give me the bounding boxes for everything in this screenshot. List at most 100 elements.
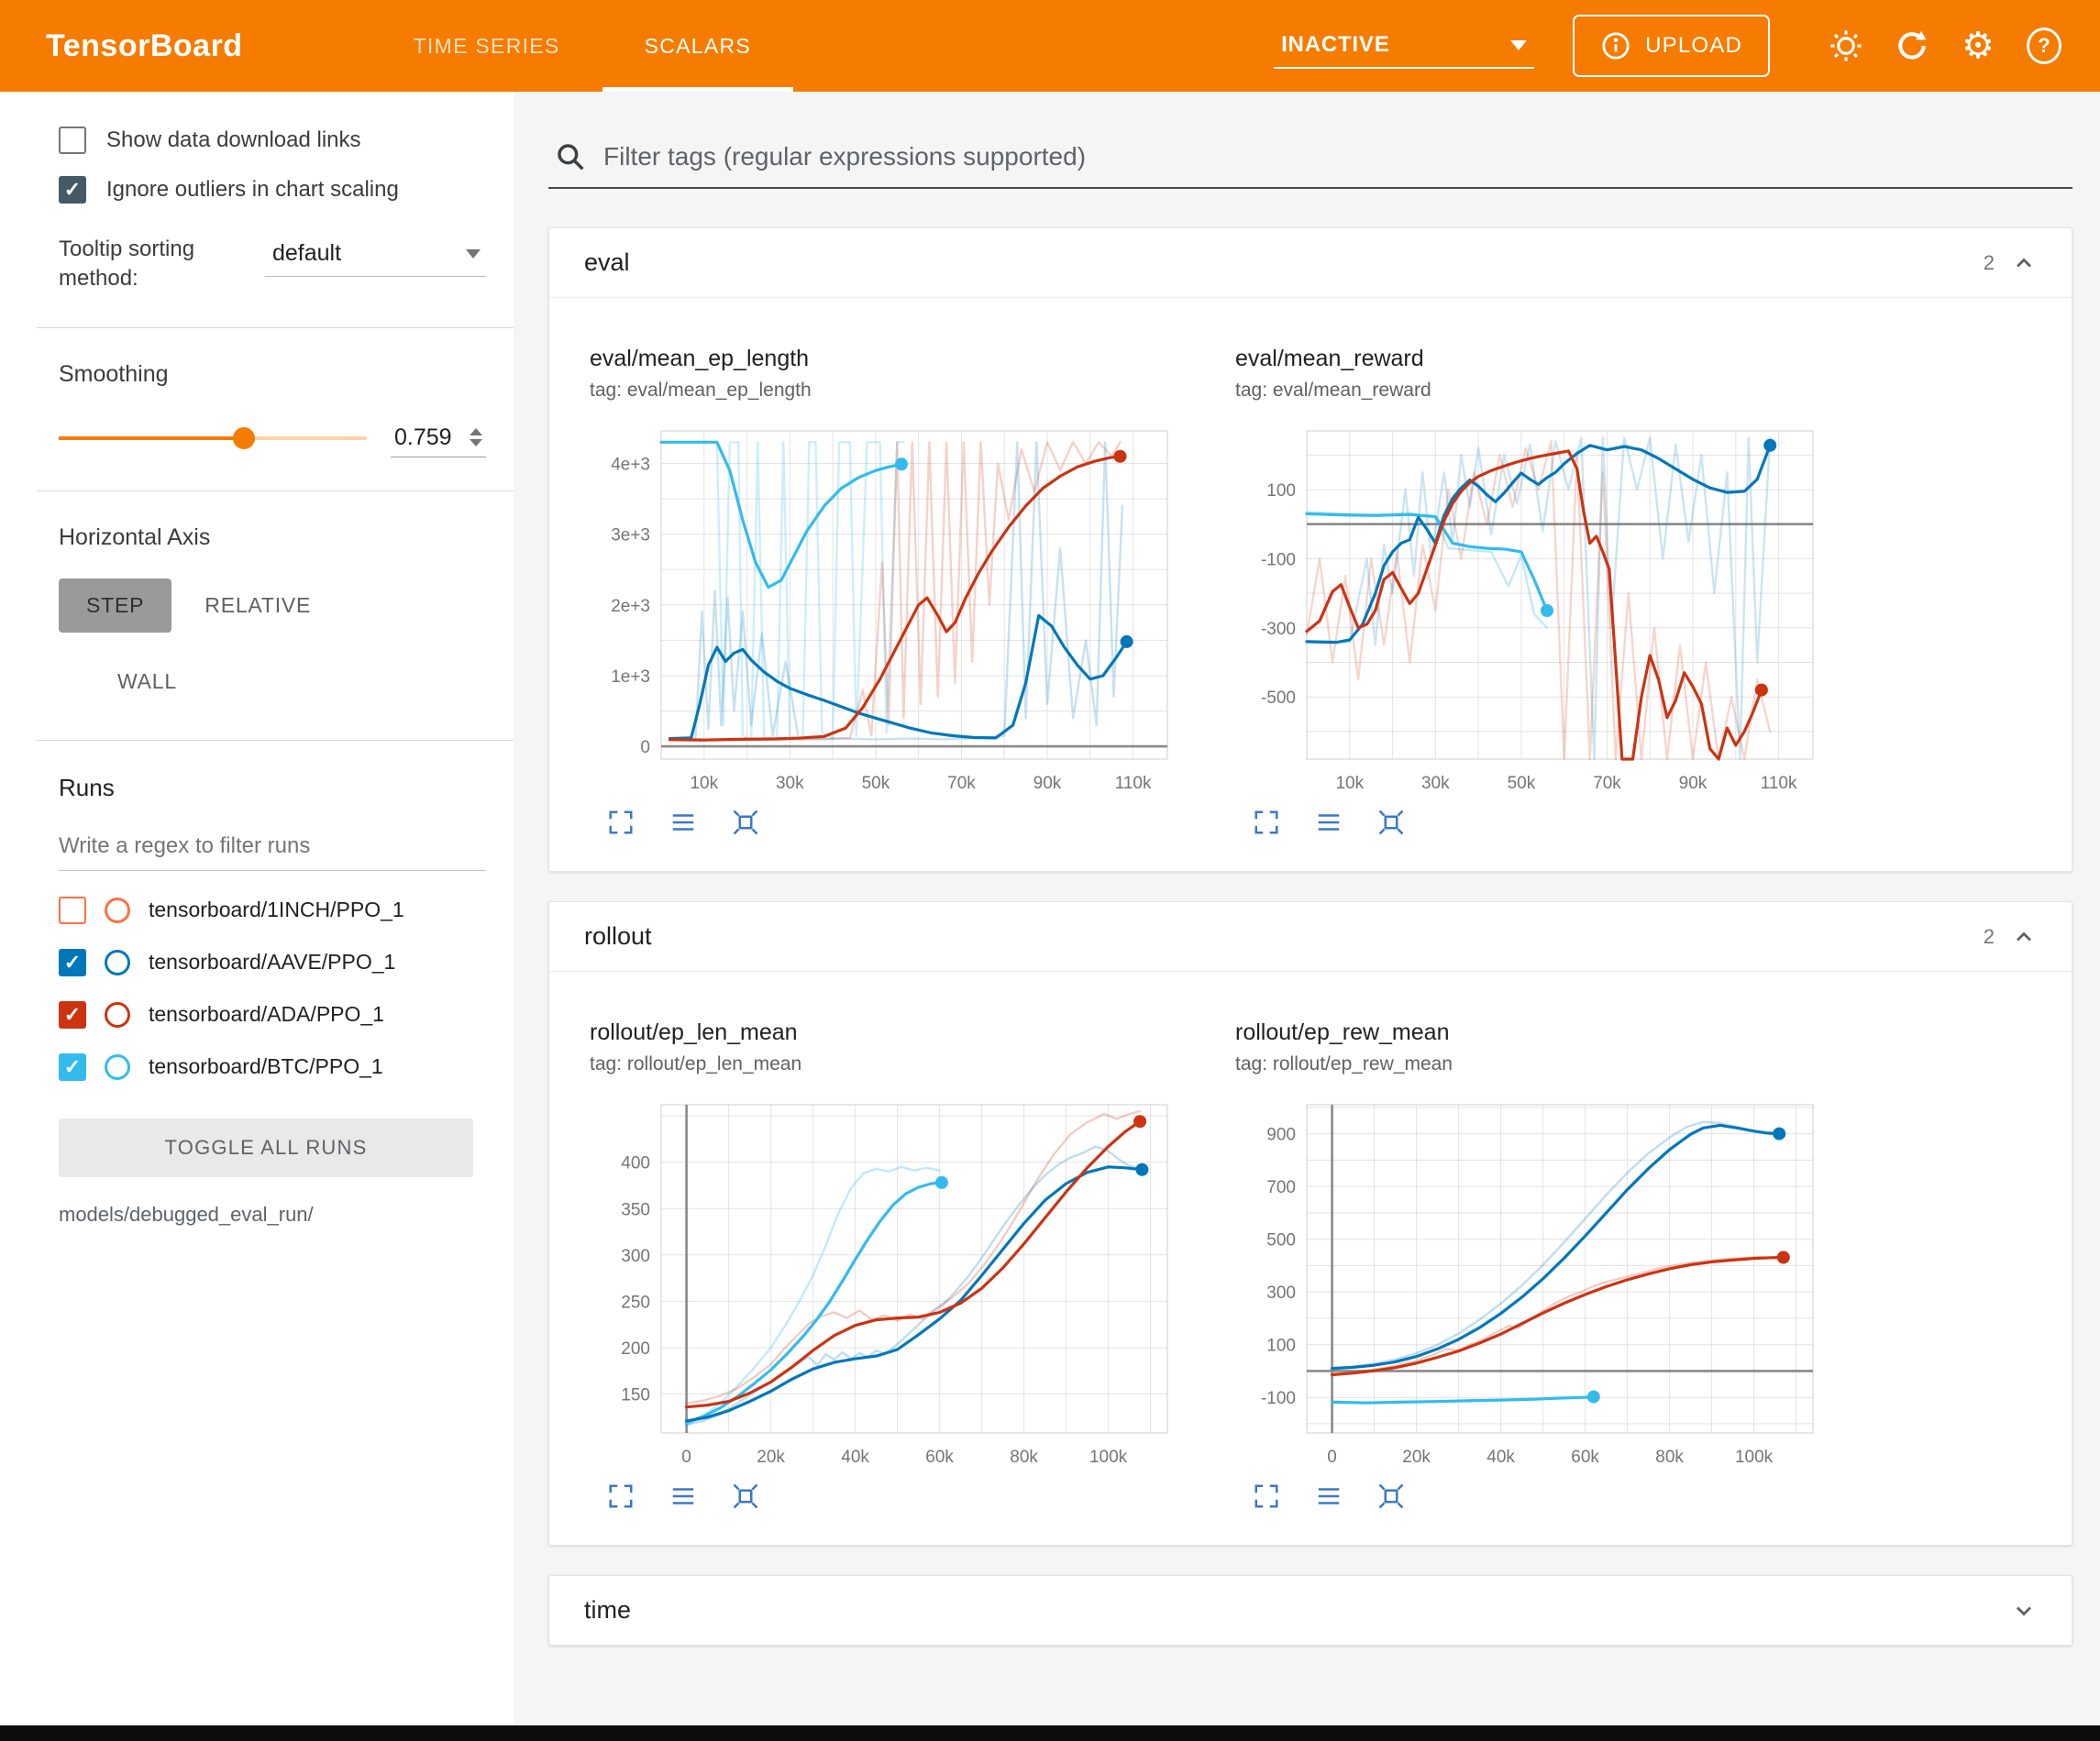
run-row-ada[interactable]: ✓ tensorboard/ADA/PPO_1 bbox=[59, 1001, 486, 1029]
app-header: TensorBoard TIME SERIES SCALARS INACTIVE… bbox=[0, 0, 2100, 92]
line-chart[interactable]: 10k30k50k70k90k110k-500-300-100100 bbox=[1235, 422, 1822, 799]
chart-toolbar bbox=[1252, 1482, 1822, 1512]
stepper-arrows[interactable] bbox=[470, 428, 482, 446]
section-card-rollout: rollout 2 rollout/ep_len_mean tag: rollo… bbox=[548, 901, 2072, 1546]
svg-text:10k: 10k bbox=[690, 774, 718, 793]
run-color-dot bbox=[105, 1054, 130, 1080]
tooltip-sorting-select[interactable]: default bbox=[265, 235, 486, 277]
section-header-time[interactable]: time bbox=[549, 1576, 2072, 1645]
tooltip-sorting-value: default bbox=[272, 240, 341, 267]
show-download-links-option[interactable]: Show data download links bbox=[59, 127, 486, 154]
section-header-rollout[interactable]: rollout 2 bbox=[549, 902, 2072, 972]
svg-text:0: 0 bbox=[640, 738, 650, 757]
svg-text:0: 0 bbox=[1327, 1448, 1337, 1467]
lines-icon bbox=[1315, 809, 1343, 836]
svg-text:80k: 80k bbox=[1010, 1448, 1038, 1467]
tooltip-sorting-row: Tooltip sorting method: default bbox=[59, 235, 486, 294]
fit-domain-button[interactable] bbox=[731, 1482, 760, 1512]
toggle-all-runs-button[interactable]: TOGGLE ALL RUNS bbox=[59, 1118, 473, 1177]
settings-button[interactable]: ⚙ bbox=[1955, 23, 2001, 69]
svg-text:400: 400 bbox=[621, 1154, 650, 1174]
svg-text:50k: 50k bbox=[862, 774, 890, 793]
checkbox-icon[interactable] bbox=[59, 127, 86, 154]
ignore-outliers-option[interactable]: ✓ Ignore outliers in chart scaling bbox=[59, 176, 486, 204]
chart-options-button[interactable] bbox=[1314, 809, 1343, 838]
section-title: rollout bbox=[584, 922, 652, 951]
lines-icon bbox=[669, 809, 697, 836]
chevron-up-icon[interactable] bbox=[2011, 250, 2037, 276]
svg-text:3e+3: 3e+3 bbox=[611, 526, 650, 545]
svg-text:350: 350 bbox=[621, 1200, 650, 1219]
status-dropdown[interactable]: INACTIVE bbox=[1274, 23, 1534, 69]
chevron-down-icon[interactable] bbox=[2011, 1598, 2037, 1624]
run-color-dot bbox=[105, 1002, 130, 1028]
expand-chart-button[interactable] bbox=[606, 1482, 636, 1512]
svg-text:80k: 80k bbox=[1655, 1448, 1684, 1467]
line-chart[interactable]: 020k40k60k80k100k-100100300500700900 bbox=[1235, 1096, 1822, 1473]
expand-chart-button[interactable] bbox=[1252, 1482, 1281, 1512]
upload-button[interactable]: UPLOAD bbox=[1573, 15, 1770, 77]
chevron-down-icon bbox=[1510, 40, 1527, 50]
svg-text:500: 500 bbox=[1266, 1231, 1296, 1251]
svg-text:-500: -500 bbox=[1261, 689, 1296, 708]
fit-domain-button[interactable] bbox=[1376, 809, 1406, 838]
axis-relative-button[interactable]: RELATIVE bbox=[199, 580, 316, 631]
section-title: time bbox=[584, 1596, 631, 1625]
run-checkbox[interactable]: ✓ bbox=[59, 949, 86, 976]
section-title: eval bbox=[584, 248, 630, 277]
chart-tag: tag: eval/mean_reward bbox=[1235, 380, 1822, 402]
chart-options-button[interactable] bbox=[669, 1482, 698, 1512]
slider-knob[interactable] bbox=[233, 427, 255, 449]
tab-scalars[interactable]: SCALARS bbox=[602, 0, 793, 92]
checkbox-label: Show data download links bbox=[106, 127, 361, 153]
run-checkbox[interactable]: ✓ bbox=[59, 1053, 86, 1081]
gear-icon: ⚙ bbox=[1962, 25, 1995, 67]
chart-toolbar bbox=[606, 809, 1177, 838]
svg-text:90k: 90k bbox=[1033, 774, 1062, 793]
axis-step-button[interactable]: STEP bbox=[59, 578, 171, 633]
settings-sidebar: Show data download links ✓ Ignore outlie… bbox=[0, 92, 514, 1741]
lines-icon bbox=[669, 1482, 697, 1510]
fullscreen-icon bbox=[1253, 1482, 1280, 1510]
svg-text:900: 900 bbox=[1266, 1126, 1296, 1145]
fit-domain-button[interactable] bbox=[1376, 1482, 1406, 1512]
refresh-button[interactable] bbox=[1889, 23, 1935, 69]
lines-icon bbox=[1315, 1482, 1343, 1510]
svg-text:700: 700 bbox=[1266, 1178, 1296, 1197]
smoothing-value-input[interactable]: 0.759 bbox=[391, 419, 486, 457]
slider-fill bbox=[59, 436, 244, 440]
run-row-1inch[interactable]: tensorboard/1INCH/PPO_1 bbox=[59, 897, 486, 924]
line-chart[interactable]: 020k40k60k80k100k150200250300350400 bbox=[590, 1096, 1177, 1473]
tag-filter-input[interactable] bbox=[602, 141, 2065, 172]
svg-text:110k: 110k bbox=[1115, 774, 1152, 793]
run-checkbox[interactable]: ✓ bbox=[59, 1001, 86, 1029]
brightness-toggle-button[interactable] bbox=[1823, 23, 1869, 69]
checkbox-icon[interactable]: ✓ bbox=[59, 176, 86, 204]
chevron-up-icon[interactable] bbox=[2011, 924, 2037, 950]
chart-rollout-ep-rew-mean: rollout/ep_rew_mean tag: rollout/ep_rew_… bbox=[1235, 1019, 1822, 1512]
chart-options-button[interactable] bbox=[1314, 1482, 1343, 1512]
section-header-eval[interactable]: eval 2 bbox=[549, 228, 2072, 298]
tab-time-series[interactable]: TIME SERIES bbox=[371, 0, 602, 92]
runs-filter-input[interactable] bbox=[59, 826, 486, 871]
axis-wall-button[interactable]: WALL bbox=[112, 656, 182, 707]
svg-text:100k: 100k bbox=[1735, 1448, 1774, 1467]
run-row-btc[interactable]: ✓ tensorboard/BTC/PPO_1 bbox=[59, 1053, 486, 1081]
chart-options-button[interactable] bbox=[669, 809, 698, 838]
run-row-aave[interactable]: ✓ tensorboard/AAVE/PPO_1 bbox=[59, 949, 486, 976]
fit-domain-button[interactable] bbox=[731, 809, 760, 838]
main-tabs: TIME SERIES SCALARS bbox=[371, 0, 793, 92]
checkbox-label: Ignore outliers in chart scaling bbox=[106, 177, 399, 203]
svg-text:50k: 50k bbox=[1508, 774, 1536, 793]
svg-text:100: 100 bbox=[1266, 481, 1296, 501]
help-button[interactable]: ? bbox=[2021, 23, 2067, 69]
run-checkbox[interactable] bbox=[59, 897, 86, 924]
divider bbox=[37, 327, 514, 328]
tag-filter-bar bbox=[548, 138, 2072, 189]
smoothing-slider[interactable] bbox=[59, 436, 367, 440]
line-chart[interactable]: 10k30k50k70k90k110k01e+32e+33e+34e+3 bbox=[590, 422, 1177, 799]
expand-chart-button[interactable] bbox=[606, 809, 636, 838]
svg-text:4e+3: 4e+3 bbox=[611, 456, 650, 475]
smoothing-label: Smoothing bbox=[59, 361, 486, 388]
expand-chart-button[interactable] bbox=[1252, 809, 1281, 838]
